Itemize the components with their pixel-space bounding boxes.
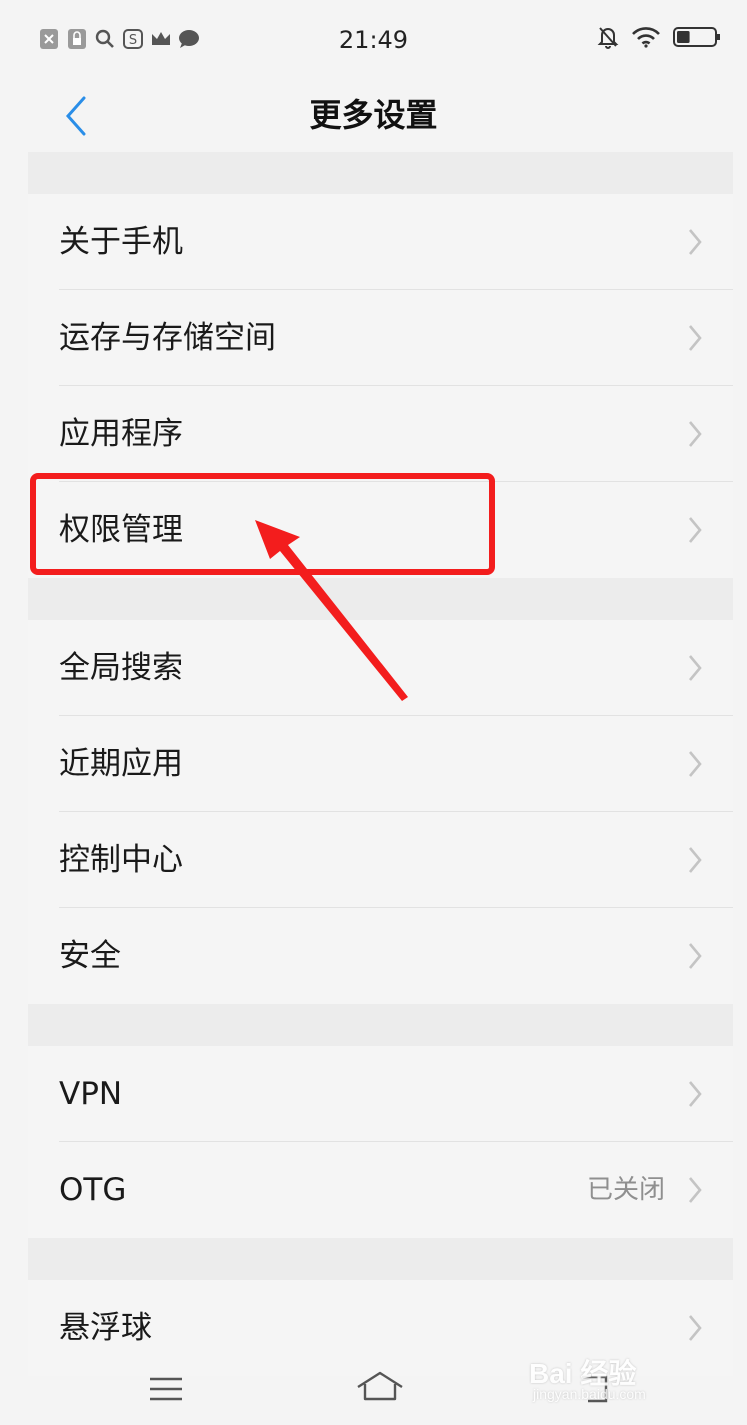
battery-icon (673, 26, 721, 48)
group-spacer (28, 152, 733, 194)
back-nav-button[interactable] (574, 1369, 614, 1409)
settings-item-label: 应用程序 (59, 416, 183, 452)
settings-item-label: 安全 (59, 938, 121, 974)
chevron-right-icon (689, 229, 702, 255)
settings-item-label: OTG (59, 1172, 127, 1208)
settings-list: 关于手机运存与存储空间 应用程序权限管理全局搜索近期应用控制中心安全 VPN OTG 已… (28, 152, 733, 1376)
settings-item[interactable]: 运存与存储空间 (28, 290, 733, 386)
settings-item-label: 关于手机 (59, 224, 183, 260)
status-system-icons (597, 26, 721, 49)
settings-item-label: 权限管理 (59, 512, 183, 548)
settings-item[interactable]: 安全 (28, 908, 733, 1004)
navigation-bar (0, 1355, 747, 1425)
group-spacer (28, 578, 733, 620)
home-icon (357, 1371, 403, 1401)
chevron-right-icon (689, 421, 702, 447)
menu-button[interactable] (146, 1373, 186, 1405)
menu-icon (150, 1377, 182, 1401)
chevron-right-icon (689, 1315, 702, 1341)
settings-item-label: 近期应用 (59, 746, 183, 782)
chevron-right-icon (689, 325, 702, 351)
app-header: 更多设置 (0, 80, 747, 152)
settings-item[interactable]: 全局搜索 (28, 620, 733, 716)
settings-item[interactable]: VPN (28, 1046, 733, 1142)
chevron-right-icon (689, 1177, 702, 1203)
wifi-icon (631, 26, 661, 48)
status-bar: S 21:49 (0, 0, 747, 80)
group-spacer (28, 1004, 733, 1046)
settings-item-value: 已关闭 (586, 1175, 665, 1205)
page-title: 更多设置 (309, 96, 438, 134)
settings-item[interactable]: 控制中心 (28, 812, 733, 908)
settings-item-label: 全局搜索 (59, 650, 183, 686)
chevron-right-icon (689, 751, 702, 777)
settings-item[interactable]: OTG 已关闭 (28, 1142, 733, 1238)
settings-item[interactable]: 关于手机 (28, 194, 733, 290)
back-nav-icon (582, 1375, 608, 1403)
settings-item-label: VPN (59, 1076, 123, 1112)
group-spacer (28, 1238, 733, 1280)
chevron-right-icon (689, 517, 702, 543)
home-button[interactable] (353, 1367, 407, 1407)
settings-item-label: 运存与存储空间 (59, 320, 276, 356)
settings-item[interactable]: 权限管理 (28, 482, 733, 578)
settings-item[interactable]: 应用程序 (28, 386, 733, 482)
chevron-right-icon (689, 943, 702, 969)
chevron-right-icon (689, 847, 702, 873)
chevron-right-icon (689, 1081, 702, 1107)
settings-item-label: 控制中心 (59, 842, 183, 878)
settings-item[interactable]: 近期应用 (28, 716, 733, 812)
chevron-right-icon (689, 655, 702, 681)
bell-muted-icon (597, 26, 619, 49)
